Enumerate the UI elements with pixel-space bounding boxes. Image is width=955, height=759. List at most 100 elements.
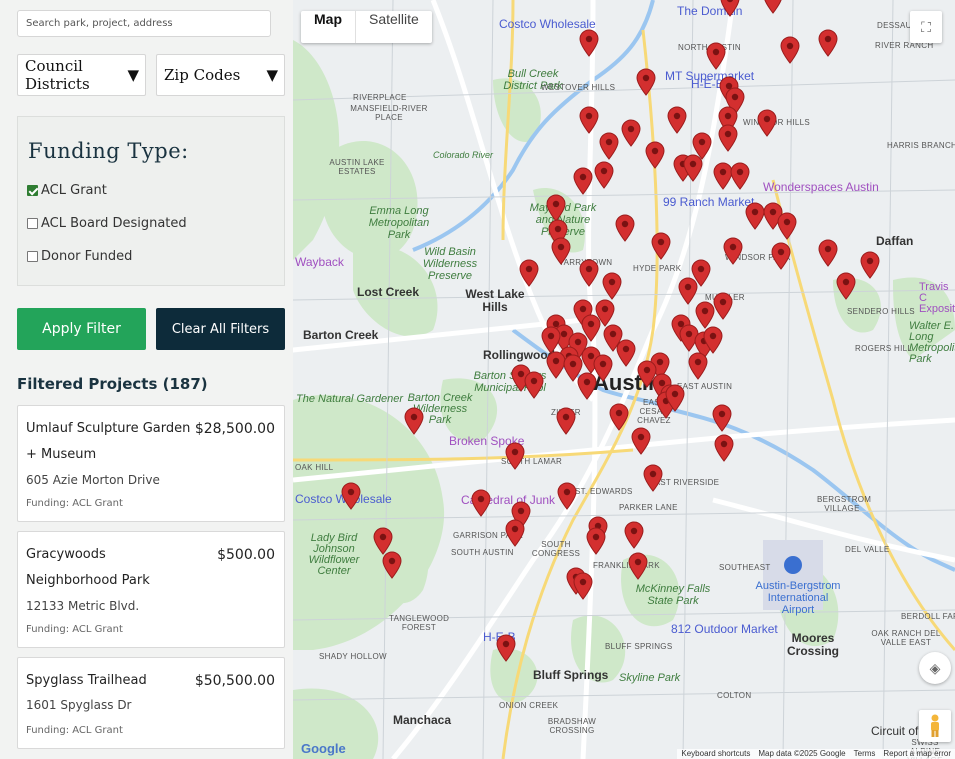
project-marker-pin-icon[interactable] [636, 68, 656, 96]
project-marker-pin-icon[interactable] [860, 251, 880, 279]
project-marker-pin-icon[interactable] [471, 489, 491, 517]
project-marker-pin-icon[interactable] [703, 326, 723, 354]
project-amount: $28,500.00 [194, 421, 275, 437]
compass-icon[interactable]: ◈ [919, 652, 951, 684]
project-marker-pin-icon[interactable] [718, 124, 738, 152]
map-type-map-button[interactable]: Map [301, 11, 356, 43]
project-marker-pin-icon[interactable] [777, 212, 797, 240]
map-label-parker-lane: PARKER LANE [619, 503, 678, 512]
project-marker-pin-icon[interactable] [404, 407, 424, 435]
map-footer: Keyboard shortcuts Map data ©2025 Google… [677, 749, 955, 759]
project-card[interactable]: Gracywoods Neighborhood Park $500.00 121… [17, 531, 285, 648]
project-marker-pin-icon[interactable] [714, 434, 734, 462]
project-marker-pin-icon[interactable] [706, 42, 726, 70]
project-marker-pin-icon[interactable] [599, 132, 619, 160]
project-marker-pin-icon[interactable] [780, 36, 800, 64]
project-marker-pin-icon[interactable] [594, 161, 614, 189]
project-marker-pin-icon[interactable] [643, 464, 663, 492]
funding-option-label: ACL Grant [41, 183, 107, 198]
project-marker-pin-icon[interactable] [551, 237, 571, 265]
project-card[interactable]: Umlauf Sculpture Garden + Museum $28,500… [17, 405, 285, 522]
project-marker-pin-icon[interactable] [577, 372, 597, 400]
project-marker-pin-icon[interactable] [645, 141, 665, 169]
project-marker-pin-icon[interactable] [667, 106, 687, 134]
project-marker-pin-icon[interactable] [609, 403, 629, 431]
project-marker-pin-icon[interactable] [602, 272, 622, 300]
map-label-oak-ranch: OAK RANCH DEL VALLE EAST [871, 629, 941, 647]
project-marker-pin-icon[interactable] [573, 572, 593, 600]
caret-down-icon: ▼ [266, 66, 278, 84]
project-marker-pin-icon[interactable] [579, 106, 599, 134]
terms-link[interactable]: Terms [854, 749, 876, 759]
project-marker-pin-icon[interactable] [763, 0, 783, 14]
project-marker-pin-icon[interactable] [579, 259, 599, 287]
project-map[interactable]: Austin Lost Creek West Lake Hills Barton… [293, 0, 955, 759]
project-marker-pin-icon[interactable] [496, 634, 516, 662]
funding-option-acl-grant[interactable]: ACL Grant [27, 183, 107, 198]
project-marker-pin-icon[interactable] [818, 29, 838, 57]
project-marker-pin-icon[interactable] [628, 552, 648, 580]
checkbox[interactable] [27, 218, 38, 229]
funding-option-acl-board[interactable]: ACL Board Designated [27, 216, 187, 231]
map-type-satellite-button[interactable]: Satellite [356, 11, 432, 43]
project-marker-pin-icon[interactable] [818, 239, 838, 267]
project-name: Umlauf Sculpture Garden + Museum [26, 421, 191, 462]
project-marker-pin-icon[interactable] [651, 232, 671, 260]
report-error-link[interactable]: Report a map error [883, 749, 951, 759]
project-marker-pin-icon[interactable] [505, 442, 525, 470]
project-marker-pin-icon[interactable] [631, 427, 651, 455]
map-label-tanglewood: TANGLEWOOD FOREST [389, 614, 450, 632]
project-marker-pin-icon[interactable] [557, 482, 577, 510]
map-label-airport: Austin-Bergstrom International Airport [755, 580, 841, 616]
map-label-austin-lake: AUSTIN LAKE ESTATES [329, 158, 385, 176]
zip-codes-label: Zip Codes [164, 66, 241, 84]
project-marker-pin-icon[interactable] [624, 521, 644, 549]
funding-option-label: Donor Funded [41, 249, 133, 264]
project-marker-pin-icon[interactable] [723, 237, 743, 265]
clear-filters-button[interactable]: Clear All Filters [156, 308, 285, 350]
project-marker-pin-icon[interactable] [683, 154, 703, 182]
project-marker-pin-icon[interactable] [688, 352, 708, 380]
map-label-colton: COLTON [717, 691, 752, 700]
street-view-pegman-icon[interactable] [919, 710, 951, 742]
project-marker-pin-icon[interactable] [730, 162, 750, 190]
project-marker-pin-icon[interactable] [573, 167, 593, 195]
project-marker-pin-icon[interactable] [615, 214, 635, 242]
project-marker-pin-icon[interactable] [382, 551, 402, 579]
map-label-del-valle: DEL VALLE [845, 545, 890, 554]
funding-option-donor[interactable]: Donor Funded [27, 249, 132, 264]
project-marker-pin-icon[interactable] [541, 326, 561, 354]
keyboard-shortcuts-link[interactable]: Keyboard shortcuts [681, 749, 750, 759]
map-label-oak-hill: OAK HILL [295, 463, 334, 472]
project-marker-pin-icon[interactable] [720, 0, 740, 17]
project-marker-pin-icon[interactable] [505, 519, 525, 547]
project-marker-pin-icon[interactable] [546, 194, 566, 222]
project-marker-pin-icon[interactable] [712, 404, 732, 432]
project-marker-pin-icon[interactable] [836, 272, 856, 300]
council-districts-select[interactable]: Council Districts ▼ [17, 54, 146, 96]
project-marker-pin-icon[interactable] [745, 202, 765, 230]
checkbox[interactable] [27, 185, 38, 196]
map-label-east-austin: EAST AUSTIN [677, 382, 733, 391]
project-card[interactable]: Spyglass Trailhead $50,500.00 1601 Spygl… [17, 657, 285, 749]
project-marker-pin-icon[interactable] [341, 482, 361, 510]
project-marker-pin-icon[interactable] [757, 109, 777, 137]
project-marker-pin-icon[interactable] [519, 259, 539, 287]
map-label-rogers-hill: ROGERS HILL [855, 344, 913, 353]
project-marker-pin-icon[interactable] [621, 119, 641, 147]
apply-filter-button[interactable]: Apply Filter [17, 308, 146, 350]
project-marker-pin-icon[interactable] [556, 407, 576, 435]
zip-codes-select[interactable]: Zip Codes ▼ [156, 54, 285, 96]
search-input[interactable] [17, 10, 271, 37]
project-marker-pin-icon[interactable] [586, 527, 606, 555]
project-marker-pin-icon[interactable] [616, 339, 636, 367]
funding-option-label: ACL Board Designated [41, 216, 187, 231]
project-marker-pin-icon[interactable] [524, 371, 544, 399]
project-marker-pin-icon[interactable] [579, 29, 599, 57]
fullscreen-icon[interactable]: ⛶ [910, 11, 942, 43]
map-label-wonderspaces: Wonderspaces Austin [763, 180, 879, 194]
checkbox[interactable] [27, 251, 38, 262]
project-marker-pin-icon[interactable] [665, 384, 685, 412]
project-marker-pin-icon[interactable] [713, 292, 733, 320]
project-marker-pin-icon[interactable] [771, 242, 791, 270]
